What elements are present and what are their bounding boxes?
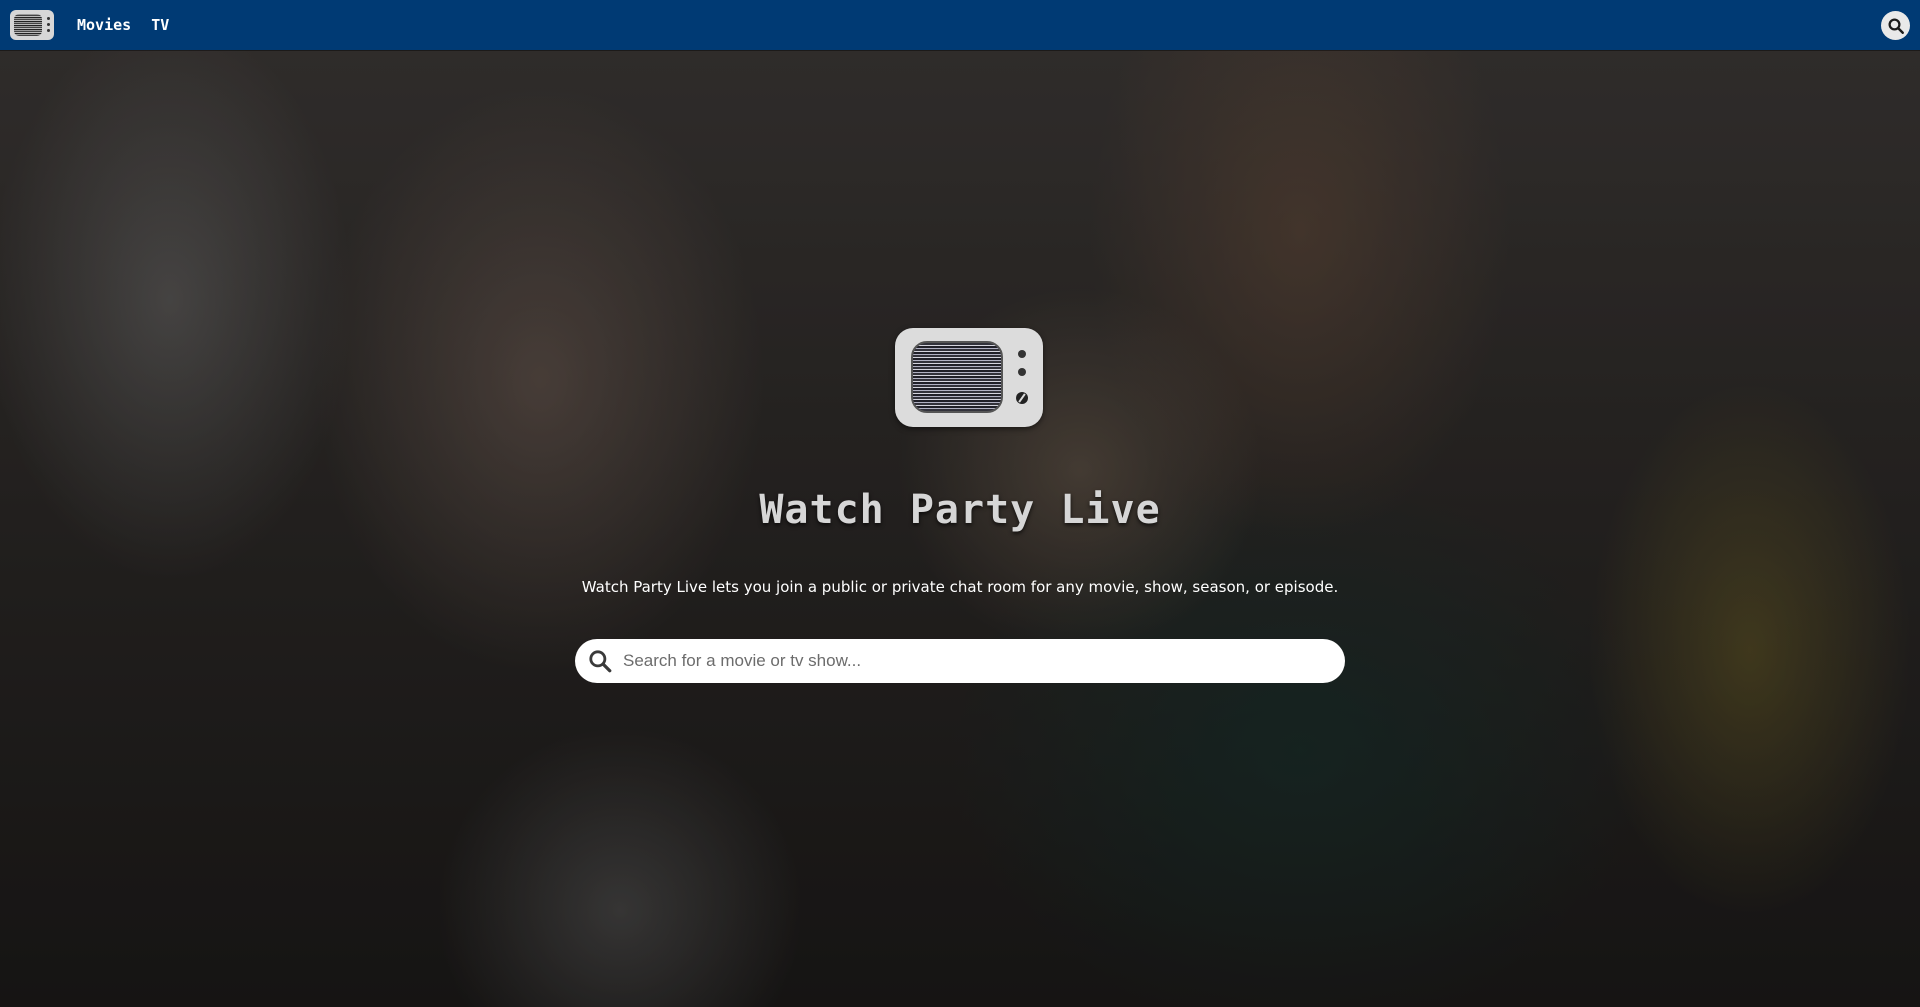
hero-search-bar[interactable]: [575, 639, 1345, 683]
tv-knob: [47, 29, 50, 32]
hero-description: Watch Party Live lets you join a public …: [581, 578, 1339, 596]
search-icon: [1888, 18, 1904, 34]
nav-search-button[interactable]: [1881, 11, 1910, 40]
tv-dial: [1016, 392, 1028, 404]
nav-link-movies[interactable]: Movies: [77, 16, 131, 34]
tv-knob: [1018, 368, 1026, 376]
search-icon: [589, 650, 612, 673]
top-navbar: Movies TV: [0, 0, 1920, 50]
nav-link-tv[interactable]: TV: [151, 16, 169, 34]
tv-static-screen: [911, 341, 1003, 413]
tv-hero-logo-icon: [895, 328, 1043, 427]
tv-knob: [1018, 350, 1026, 358]
search-input[interactable]: [621, 650, 1325, 672]
tv-logo-icon[interactable]: [10, 10, 54, 40]
tv-knob: [47, 17, 50, 20]
tv-knob: [47, 23, 50, 26]
page-title: Watch Party Live: [759, 487, 1161, 533]
tv-screen: [14, 14, 42, 36]
